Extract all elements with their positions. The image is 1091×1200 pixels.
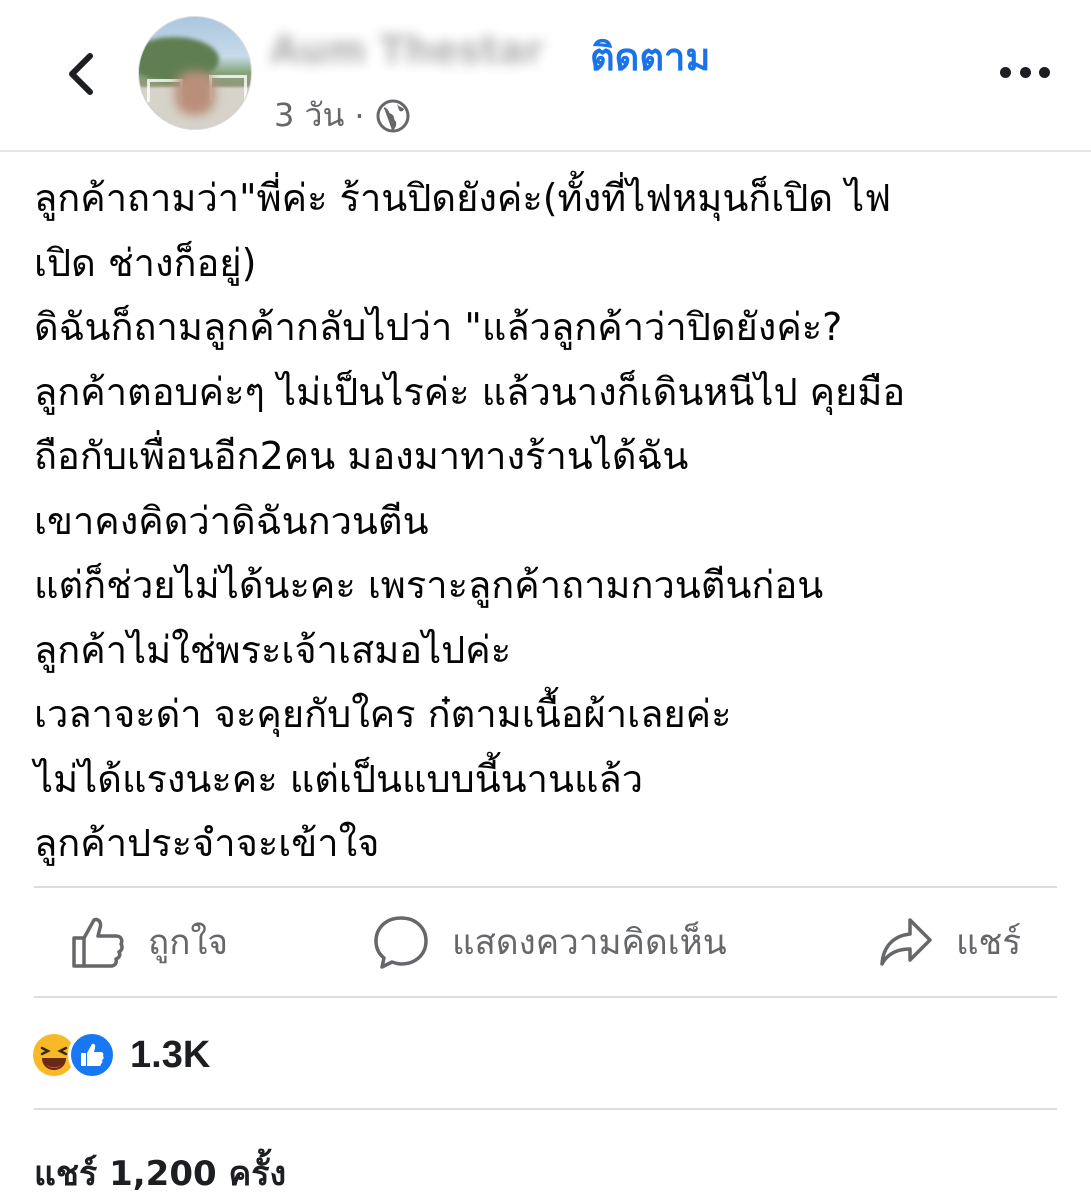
meta-dot: · [354,96,365,135]
post-line: ลูกค้าถามว่า"พี่ค่ะ ร้านปิดยังค่ะ(ทั้งที… [34,176,892,220]
comment-label: แสดงความคิดเห็น [452,922,727,963]
post-meta: 3 วัน · [274,90,411,141]
like-button[interactable]: ถูกใจ [70,888,228,996]
post-line: เขาคงคิดว่าดิฉันกวนตีน [34,498,429,543]
post-line: ไม่ได้แรงนะคะ แต่เป็นแบบนี้นานแล้ว [34,756,644,801]
share-arrow-icon [880,918,932,966]
share-count[interactable]: แชร์ 1,200 ครั้ง [34,1146,286,1200]
comment-button[interactable]: แสดงความคิดเห็น [372,888,727,996]
globe-icon [376,99,410,132]
post-line: ลูกค้าประจำจะเข้าใจ [34,821,380,865]
back-button[interactable] [52,42,108,106]
share-button[interactable]: แชร์ [878,888,1021,996]
post-line: เปิด ช่างก็อยู่) [34,240,257,285]
follow-button[interactable]: ติดตาม [590,26,710,87]
post-line: ลูกค้าตอบค่ะๆ ไม่เป็นไรค่ะ แล้วนางก็เดิน… [34,369,906,414]
more-dots-icon [1000,66,1011,78]
chevron-left-icon [69,53,93,95]
reaction-count: 1.3K [130,1033,211,1076]
thumbs-up-icon [72,917,124,968]
post-header: Aum Thestar ติดตาม 3 วัน · [0,0,1091,150]
timestamp[interactable]: 3 วัน [274,90,344,141]
comment-bubble-icon [374,916,428,969]
like-label: ถูกใจ [148,922,228,963]
action-bar: ถูกใจ แสดงความคิดเห็น แชร์ [0,888,1091,996]
post-line: แต่ก็ช่วยไม่ได้นะคะ เพราะลูกค้าถามกวนตีน… [34,563,824,607]
reaction-summary[interactable]: 1.3K [30,1028,210,1082]
post-text: ลูกค้าถามว่า"พี่ค่ะ ร้านปิดยังค่ะ(ทั้งที… [34,166,1074,876]
shares-divider [34,1108,1057,1110]
header-divider [0,150,1091,152]
more-options-button[interactable] [1000,60,1050,84]
post-line: ถือกับเพื่อนอีก2คน มองมาทางร้านได้ฉัน [34,434,689,478]
post-line: ลูกค้าไม่ใช่พระเจ้าเสมอไปค่ะ [34,627,512,672]
share-label: แชร์ [956,922,1022,963]
actions-divider-bottom [34,996,1057,998]
like-emoji-icon [68,1031,116,1079]
post-line: ดิฉันก็ถามลูกค้ากลับไปว่า "แล้วลูกค้าว่า… [34,305,843,349]
post-line: เวลาจะด่า จะคุยกับใคร ก๋ตามเนื้อผ้าเลยค่… [34,692,732,736]
avatar[interactable] [138,16,252,130]
author-name[interactable]: Aum Thestar [270,28,543,72]
